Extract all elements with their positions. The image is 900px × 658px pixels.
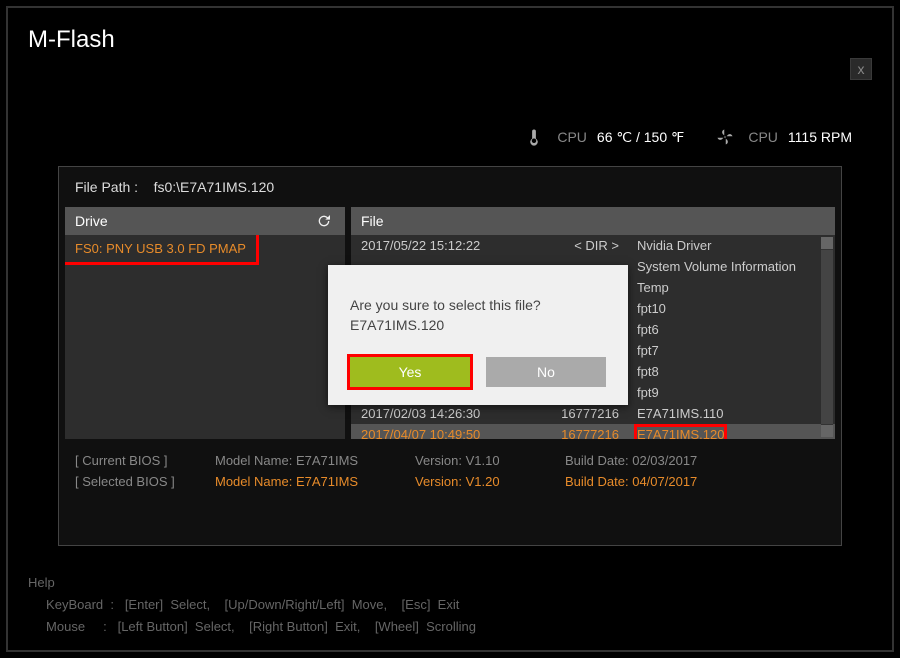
file-name: Nvidia Driver — [637, 238, 825, 253]
close-icon: x — [858, 61, 865, 77]
version-label: Version: — [415, 474, 462, 489]
cpu-temp-value: 66 ℃ / 150 ℉ — [597, 129, 684, 146]
drive-list: FS0: PNY USB 3.0 FD PMAP — [65, 235, 345, 439]
build-label: Build Date: — [565, 453, 629, 468]
file-path-row: File Path : fs0:\E7A71IMS.120 — [59, 167, 841, 207]
selected-model: E7A71IMS — [296, 474, 358, 489]
selected-version: V1.20 — [466, 474, 500, 489]
current-version: V1.10 — [466, 453, 500, 468]
current-build: 02/03/2017 — [632, 453, 697, 468]
file-name: Temp — [637, 280, 825, 295]
file-date: 2017/05/22 15:12:22 — [361, 238, 521, 253]
cpu-fan-label: CPU — [748, 129, 778, 145]
file-name: fpt9 — [637, 385, 825, 400]
file-name: E7A71IMS.110 — [637, 406, 825, 421]
thermometer-icon — [525, 128, 543, 146]
help-area: Help KeyBoard : [Enter] Select, [Up/Down… — [28, 572, 476, 638]
file-date: 2017/04/07 10:49:50 — [361, 427, 521, 439]
drive-header-label: Drive — [75, 213, 108, 229]
window-frame: M-Flash x CPU 66 ℃ / 150 ℉ CPU 1115 RPM … — [6, 6, 894, 652]
file-row[interactable]: 2017/04/07 10:49:50 16777216 E7A71IMS.120 — [351, 424, 835, 439]
yes-button-highlight: Yes — [350, 357, 470, 387]
file-row[interactable]: 2017/05/22 15:12:22 < DIR > Nvidia Driver — [351, 235, 835, 256]
status-bar: CPU 66 ℃ / 150 ℉ CPU 1115 RPM — [525, 128, 852, 146]
confirm-dialog: Are you sure to select this file? E7A71I… — [328, 265, 628, 405]
drive-item[interactable]: FS0: PNY USB 3.0 FD PMAP — [65, 235, 256, 262]
file-name: fpt7 — [637, 343, 825, 358]
file-row[interactable]: 2017/02/03 14:26:30 16777216 E7A71IMS.110 — [351, 403, 835, 424]
file-size: 16777216 — [539, 406, 619, 421]
no-button[interactable]: No — [486, 357, 606, 387]
refresh-icon[interactable] — [313, 213, 335, 229]
fan-icon — [716, 128, 734, 146]
file-size: < DIR > — [539, 238, 619, 253]
file-size: 16777216 — [539, 427, 619, 439]
bios-info: [ Current BIOS ] Model Name: E7A71IMS Ve… — [59, 439, 841, 489]
file-date: 2017/02/03 14:26:30 — [361, 406, 521, 421]
close-button[interactable]: x — [850, 58, 872, 80]
model-label: Model Name: — [215, 474, 292, 489]
drive-column: Drive FS0: PNY USB 3.0 FD PMAP — [65, 207, 345, 439]
file-name: E7A71IMS.120 — [637, 427, 825, 439]
model-label: Model Name: — [215, 453, 292, 468]
build-label: Build Date: — [565, 474, 629, 489]
file-name: System Volume Information — [637, 259, 825, 274]
yes-button[interactable]: Yes — [350, 357, 470, 387]
selected-bios-label: [ Selected BIOS ] — [75, 474, 215, 489]
current-bios-label: [ Current BIOS ] — [75, 453, 215, 468]
page-title: M-Flash — [8, 8, 892, 64]
cpu-fan-value: 1115 RPM — [788, 129, 852, 145]
file-path-value: fs0:\E7A71IMS.120 — [154, 179, 275, 195]
file-name: fpt8 — [637, 364, 825, 379]
selected-build: 04/07/2017 — [632, 474, 697, 489]
help-keyboard: KeyBoard : [Enter] Select, [Up/Down/Righ… — [28, 594, 476, 616]
file-header: File — [351, 207, 835, 235]
file-name: fpt10 — [637, 301, 825, 316]
help-mouse: Mouse : [Left Button] Select, [Right But… — [28, 616, 476, 638]
cpu-temp-label: CPU — [557, 129, 587, 145]
dialog-message: Are you sure to select this file? — [350, 297, 606, 313]
file-path-label: File Path : — [75, 179, 138, 195]
file-header-label: File — [361, 213, 384, 229]
file-name: fpt6 — [637, 322, 825, 337]
help-title: Help — [28, 572, 476, 594]
dialog-filename: E7A71IMS.120 — [350, 317, 606, 333]
drive-header: Drive — [65, 207, 345, 235]
file-scrollbar[interactable] — [821, 237, 833, 437]
current-model: E7A71IMS — [296, 453, 358, 468]
file-name-highlight: E7A71IMS.120 — [637, 427, 724, 439]
version-label: Version: — [415, 453, 462, 468]
